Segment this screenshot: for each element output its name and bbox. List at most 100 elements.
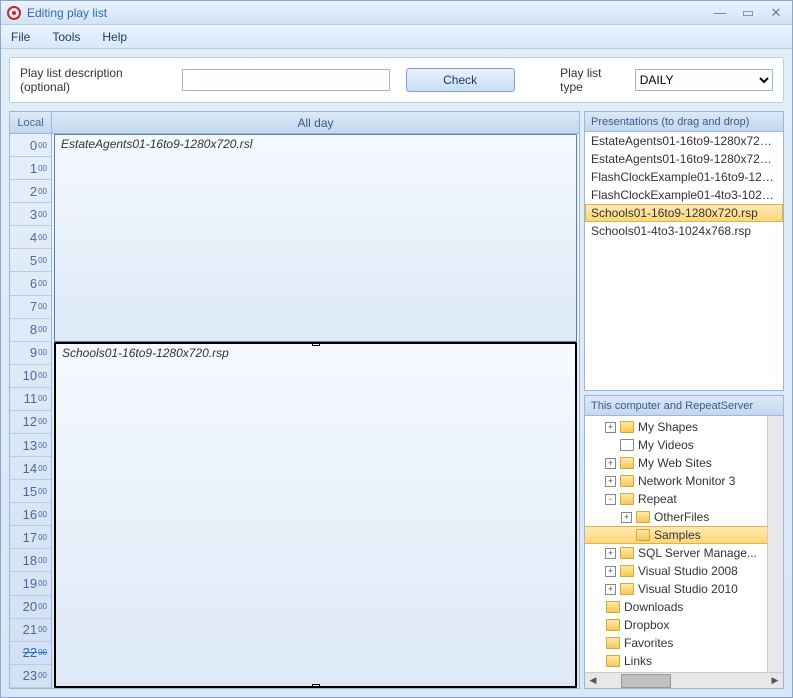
expand-icon[interactable]: +: [605, 566, 616, 577]
tree-node[interactable]: Favorites: [585, 634, 783, 652]
titlebar: Editing play list — ▭ ✕: [1, 1, 792, 25]
time-slot-0: 000: [10, 134, 51, 157]
tree-node-label: Links: [624, 654, 652, 668]
presentation-item[interactable]: FlashClockExample01-16to9-1280x...: [585, 168, 783, 186]
resize-handle-bottom[interactable]: [312, 684, 320, 688]
scroll-right-icon[interactable]: ▶: [767, 674, 783, 688]
schedule-grid: Local 0001002003004005006007008009001000…: [9, 111, 580, 689]
expand-icon[interactable]: +: [621, 512, 632, 523]
menu-file[interactable]: File: [11, 30, 30, 44]
time-slot-11: 1100: [10, 388, 51, 411]
time-slot-7: 700: [10, 296, 51, 319]
presentations-list[interactable]: EstateAgents01-16to9-1280x720.rslEstateA…: [585, 132, 783, 390]
time-slot-16: 1600: [10, 503, 51, 526]
tree-node[interactable]: +SQL Server Manage...: [585, 544, 783, 562]
time-slot-23: 2300: [10, 665, 51, 688]
schedule-body[interactable]: EstateAgents01-16to9-1280x720.rslSchools…: [52, 134, 579, 688]
content: Local 0001002003004005006007008009001000…: [1, 111, 792, 697]
folder-icon: [606, 637, 620, 649]
window-title: Editing play list: [27, 6, 710, 20]
presentation-item[interactable]: Schools01-4to3-1024x768.rsp: [585, 222, 783, 240]
time-slot-12: 1200: [10, 411, 51, 434]
tree-node[interactable]: + Visual Studio 2008: [585, 562, 783, 580]
expand-icon[interactable]: +: [605, 548, 616, 559]
tree-node[interactable]: + OtherFiles: [585, 508, 783, 526]
folder-icon: [606, 601, 620, 613]
time-slot-20: 2000: [10, 596, 51, 619]
time-slot-9: 900: [10, 342, 51, 365]
toolbar: Play list description (optional) Check P…: [9, 57, 784, 103]
scroll-thumb[interactable]: [621, 674, 671, 688]
tree-node-label: Repeat: [638, 492, 677, 506]
tree-node[interactable]: +My Shapes: [585, 418, 783, 436]
expand-icon[interactable]: +: [605, 584, 616, 595]
tree-vertical-scrollbar[interactable]: [767, 416, 783, 672]
type-label: Play list type: [560, 66, 627, 94]
day-column: All day EstateAgents01-16to9-1280x720.rs…: [52, 112, 579, 688]
app-icon: [7, 6, 21, 20]
description-input[interactable]: [182, 69, 390, 91]
tree-node[interactable]: Samples: [585, 526, 783, 544]
tree-node[interactable]: +My Web Sites: [585, 454, 783, 472]
scroll-track[interactable]: [601, 674, 767, 688]
expand-icon[interactable]: +: [605, 458, 616, 469]
menubar: File Tools Help: [1, 25, 792, 49]
window: Editing play list — ▭ ✕ File Tools Help …: [0, 0, 793, 698]
time-slot-13: 1300: [10, 434, 51, 457]
time-slot-5: 500: [10, 249, 51, 272]
folder-icon: [620, 565, 634, 577]
tree-node[interactable]: Downloads: [585, 598, 783, 616]
presentation-item[interactable]: EstateAgents01-16to9-1280x720.rsp: [585, 150, 783, 168]
time-slot-21: 2100: [10, 619, 51, 642]
time-slot-6: 600: [10, 272, 51, 295]
resize-handle-top[interactable]: [312, 342, 320, 346]
folder-icon: [606, 619, 620, 631]
time-slot-14: 1400: [10, 457, 51, 480]
tree-node-label: Downloads: [624, 600, 683, 614]
time-slot-15: 1500: [10, 480, 51, 503]
folder-tree[interactable]: +My ShapesMy Videos+My Web Sites+Network…: [585, 416, 783, 672]
folder-icon: [620, 493, 634, 505]
tree-header: This computer and RepeatServer: [585, 396, 783, 416]
time-slot-4: 400: [10, 226, 51, 249]
folder-icon: [636, 511, 650, 523]
folder-icon: [620, 475, 634, 487]
tree-node-label: Visual Studio 2008: [638, 564, 738, 578]
tree-node-label: Samples: [654, 528, 701, 542]
tree-node[interactable]: - Repeat: [585, 490, 783, 508]
minimize-button[interactable]: —: [710, 5, 730, 21]
scroll-left-icon[interactable]: ◀: [585, 674, 601, 688]
tree-node[interactable]: + Network Monitor 3: [585, 472, 783, 490]
check-button[interactable]: Check: [406, 68, 515, 92]
schedule-event[interactable]: Schools01-16to9-1280x720.rsp: [54, 342, 577, 688]
tree-node-label: OtherFiles: [654, 510, 709, 524]
time-slot-8: 800: [10, 319, 51, 342]
expand-icon[interactable]: -: [605, 494, 616, 505]
menu-tools[interactable]: Tools: [52, 30, 80, 44]
maximize-button[interactable]: ▭: [738, 5, 758, 21]
menu-help[interactable]: Help: [102, 30, 127, 44]
presentation-item[interactable]: Schools01-16to9-1280x720.rsp: [585, 204, 783, 222]
tree-node[interactable]: Dropbox: [585, 616, 783, 634]
presentation-item[interactable]: FlashClockExample01-4to3-1024x7...: [585, 186, 783, 204]
tree-node[interactable]: My Videos: [585, 436, 783, 454]
time-slot-18: 1800: [10, 549, 51, 572]
time-slot-17: 1700: [10, 526, 51, 549]
tree-node[interactable]: +Visual Studio 2010: [585, 580, 783, 598]
tree-node-label: My Videos: [638, 438, 694, 452]
tree-node-label: Network Monitor 3: [638, 474, 735, 488]
right-panels: Presentations (to drag and drop) EstateA…: [584, 111, 784, 689]
schedule-event[interactable]: EstateAgents01-16to9-1280x720.rsl: [54, 134, 577, 342]
expand-icon[interactable]: +: [605, 422, 616, 433]
close-button[interactable]: ✕: [766, 5, 786, 21]
tree-panel: This computer and RepeatServer +My Shape…: [584, 395, 784, 689]
time-slot-1: 100: [10, 157, 51, 180]
type-select[interactable]: DAILY: [635, 69, 773, 91]
time-slot-3: 300: [10, 203, 51, 226]
tree-node[interactable]: Links: [585, 652, 783, 670]
presentation-item[interactable]: EstateAgents01-16to9-1280x720.rsl: [585, 132, 783, 150]
expand-icon[interactable]: +: [605, 476, 616, 487]
description-label: Play list description (optional): [20, 66, 174, 94]
tree-horizontal-scrollbar[interactable]: ◀ ▶: [585, 672, 783, 688]
presentations-header: Presentations (to drag and drop): [585, 112, 783, 132]
